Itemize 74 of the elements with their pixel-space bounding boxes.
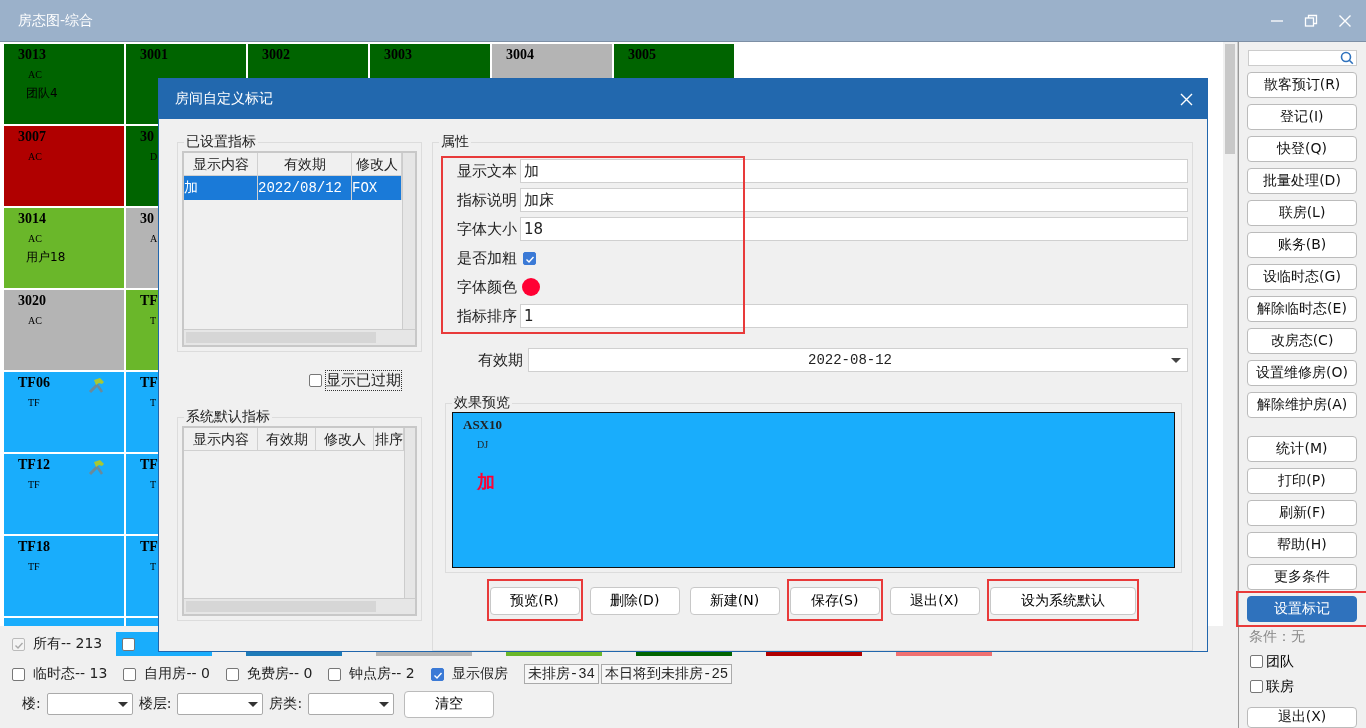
room-type: T — [150, 315, 157, 326]
group-title: 效果预览 — [453, 394, 511, 412]
checkbox-label: 联房 — [1266, 678, 1294, 696]
room-type: D — [150, 151, 158, 162]
room-number: ASX10 — [463, 417, 502, 433]
count-label: 本日将到未排房-25 — [601, 664, 733, 684]
dialog-title: 房间自定义标记 — [175, 90, 274, 108]
room-number: 3014 — [18, 211, 46, 227]
group-title: 属性 — [440, 133, 470, 151]
filter-label: 自用房-- 0 — [144, 665, 210, 683]
filter-label: 显示假房 — [451, 665, 508, 683]
room-number: TF06 — [18, 375, 50, 391]
room-number: 30 — [140, 211, 154, 227]
room-type: TF — [28, 397, 40, 408]
column-header: 有效期 — [258, 428, 316, 451]
room-type: DJ — [477, 439, 489, 450]
field-label: 是否加粗 — [456, 248, 517, 268]
table-cell: FOX — [352, 176, 402, 200]
column-header: 显示内容 — [184, 428, 258, 451]
table-cell: 2022/08/12 — [258, 176, 352, 200]
room-number: 3007 — [18, 129, 46, 145]
window-title: 房态图-综合 — [18, 11, 95, 30]
room-type: TF — [28, 479, 40, 490]
room-number: TF — [140, 375, 158, 391]
select-label: 楼: — [22, 695, 41, 713]
checkbox-label: 显示已过期 — [325, 369, 402, 391]
room-number: TF — [140, 539, 158, 555]
filter-label: 免费房-- 0 — [246, 665, 313, 683]
room-number: 3001 — [140, 47, 168, 63]
room-type: A — [150, 233, 158, 244]
group-title: 系统默认指标 — [185, 408, 271, 426]
filter-label: 临时态-- 13 — [33, 665, 108, 683]
room-type: T — [150, 479, 157, 490]
room-type: AC — [28, 151, 42, 162]
field-label: 字体大小 — [456, 219, 517, 239]
column-header: 修改人 — [352, 153, 402, 176]
group-title: 已设置指标 — [185, 133, 257, 151]
column-header: 有效期 — [258, 153, 352, 176]
room-number: 3020 — [18, 293, 46, 309]
column-header: 修改人 — [316, 428, 374, 451]
room-number: 3013 — [18, 47, 46, 63]
room-number: 3002 — [262, 47, 290, 63]
field-label: 显示文本 — [456, 161, 517, 181]
room-note: 用户18 — [26, 249, 66, 266]
room-number: 3004 — [506, 47, 534, 63]
room-type: TF — [28, 561, 40, 572]
table-cell: 加 — [184, 176, 258, 200]
room-type: AC — [28, 233, 42, 244]
room-number: 3005 — [628, 47, 656, 63]
field-label: 字体颜色 — [456, 277, 517, 297]
room-number: TF12 — [18, 457, 50, 473]
select-label: 楼层: — [138, 695, 172, 713]
room-type: AC — [28, 69, 42, 80]
room-number: TF18 — [18, 539, 50, 555]
column-header: 排序 — [374, 428, 404, 451]
legend-label: 所有-- 213 — [33, 635, 103, 653]
checkbox-label: 团队 — [1266, 652, 1294, 671]
column-header: 显示内容 — [184, 153, 258, 176]
count-label: 未排房-34 — [523, 664, 599, 684]
room-type: AC — [28, 315, 42, 326]
room-number: 3003 — [384, 47, 412, 63]
room-number: 30 — [140, 129, 154, 145]
room-note: 团队4 — [26, 85, 58, 102]
field-label: 指标排序 — [456, 306, 517, 326]
condition-label: 条件：无 — [1248, 628, 1306, 646]
room-number: TF — [140, 457, 158, 473]
select-label: 房类: — [269, 695, 303, 713]
room-type: T — [150, 397, 157, 408]
filter-label: 钟点房-- 2 — [349, 665, 415, 683]
field-label: 有效期 — [477, 350, 523, 370]
room-number: TF — [140, 293, 158, 309]
field-label: 指标说明 — [456, 190, 517, 210]
marker-text: 加 — [477, 470, 495, 494]
room-type: T — [150, 561, 157, 572]
